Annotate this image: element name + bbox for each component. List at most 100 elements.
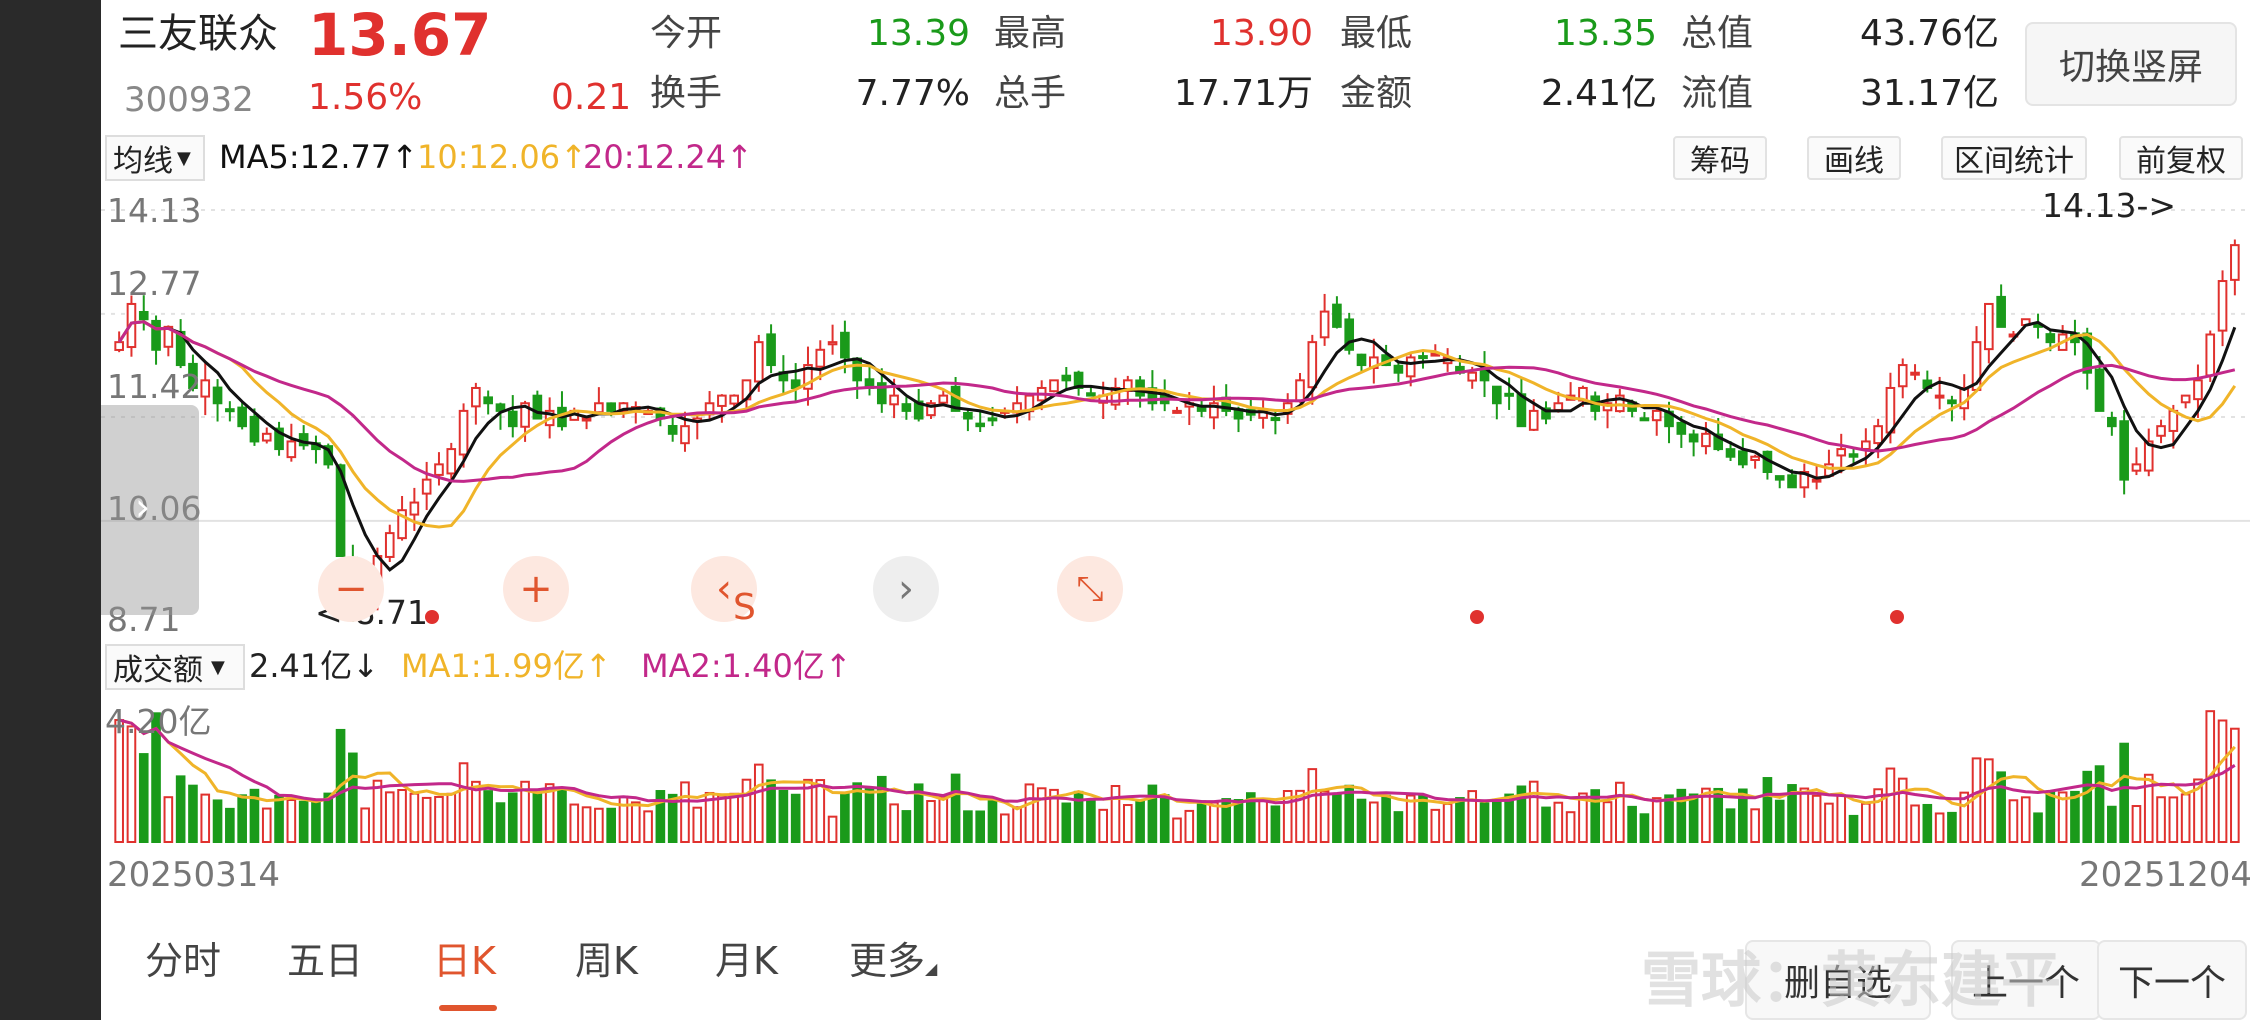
remove-watchlist-button[interactable]: 删自选: [1745, 940, 1931, 1020]
candle-body: [1725, 448, 1736, 458]
stock-detail-panel: 三友联众 13.67 300932 1.56% 0.21 今开 13.39 最高 13…: [101, 0, 2250, 1020]
volume-bar: [692, 806, 703, 843]
volume-bar: [889, 803, 899, 844]
dropdown-caret-icon: ▼: [177, 147, 191, 169]
volume-bar: [1209, 801, 1219, 843]
active-tab-indicator: [439, 1005, 497, 1011]
candle-body: [1750, 455, 1760, 462]
volume-bar: [1553, 801, 1564, 843]
volume-bar: [1086, 799, 1096, 843]
candle-body: [2180, 394, 2191, 404]
candle-body: [1836, 448, 1847, 457]
volume-bar: [1836, 794, 1847, 844]
volume-bar: [298, 800, 309, 844]
volume-bar: [1344, 784, 1355, 844]
volume-legend-bar: 成交额 ▼ 2.41亿↓ MA1:1.99亿↑ MA2:1.40亿↑: [101, 640, 2250, 694]
candle-body: [1738, 450, 1748, 466]
range-stats-button[interactable]: 区间统计: [1941, 136, 2087, 180]
candle-body: [766, 333, 776, 367]
volume-bar: [1455, 797, 1465, 843]
ma20-legend: 20:12.24↑: [583, 138, 753, 176]
candle-body: [680, 425, 690, 445]
change-amount: 0.21: [551, 77, 632, 118]
volume-bar: [1996, 771, 2006, 843]
dropdown-caret-icon: ▼: [211, 656, 225, 678]
ma5-line: [117, 320, 2237, 572]
candle-body: [1701, 432, 1711, 448]
chart-expand-handle[interactable]: ›: [101, 405, 199, 615]
draw-line-button[interactable]: 画线: [1807, 136, 1901, 180]
candle-body: [1688, 433, 1699, 443]
volume-bar: [1947, 811, 1957, 844]
forward-adjust-button[interactable]: 前复权: [2119, 136, 2243, 180]
candle-body: [1492, 385, 1502, 405]
candle-body: [975, 422, 986, 428]
candle-body: [1947, 399, 1957, 405]
scroll-right-button[interactable]: ›: [873, 556, 939, 622]
volume-bar: [1381, 794, 1391, 843]
ma10-legend: 10:12.06↑: [417, 138, 587, 176]
candle-body: [1049, 379, 1059, 393]
candle-body: [581, 417, 592, 422]
ma-selector[interactable]: 均线 ▼: [105, 135, 205, 181]
previous-stock-button[interactable]: 上一个: [1951, 940, 2101, 1020]
volume-bar: [581, 806, 592, 843]
left-sidebar: [0, 0, 101, 1020]
volume-bar: [1479, 802, 1490, 843]
volume-bar: [1885, 767, 1896, 843]
candle-body: [729, 394, 739, 405]
change-percent: 1.56%: [308, 77, 423, 118]
tab-timeshare[interactable]: 分时: [145, 942, 221, 980]
tab-more[interactable]: 更多◢: [849, 942, 937, 980]
candle-body: [1172, 409, 1182, 414]
candle-body: [151, 319, 161, 351]
volume-bar: [1159, 794, 1170, 844]
tab-monthly-k[interactable]: 月K: [715, 942, 778, 980]
tab-weekly-k[interactable]: 周K: [575, 942, 638, 980]
candle-body: [1934, 394, 1945, 399]
volume-bar: [2082, 770, 2093, 843]
volume-bar: [963, 810, 973, 844]
volume-bar: [827, 815, 838, 843]
volume-ma2-legend: MA2:1.40亿↑: [641, 647, 852, 685]
candle-body: [2217, 280, 2228, 332]
chevron-left-icon: ‹: [716, 566, 732, 612]
volume-indicator-selector[interactable]: 成交额 ▼: [105, 644, 245, 690]
volume-bar: [606, 807, 616, 843]
volume-bar: [926, 800, 936, 843]
candle-body: [852, 357, 862, 382]
zoom-out-button[interactable]: −: [318, 556, 384, 622]
volume-chart[interactable]: 4.20亿: [101, 695, 2250, 845]
ma20-line: [117, 320, 2236, 483]
candle-body: [1873, 425, 1883, 445]
volume-axis-label: 4.20亿: [105, 702, 211, 741]
shrink-chart-button[interactable]: ⤡: [1057, 556, 1123, 622]
volume-bar: [483, 790, 493, 843]
volume-bar: [225, 807, 235, 843]
chip-distribution-button[interactable]: 筹码: [1673, 136, 1767, 180]
volume-bar: [840, 792, 850, 843]
candle-body: [507, 410, 518, 428]
volume-bar: [938, 795, 949, 843]
volume-bar: [1024, 783, 1035, 843]
next-stock-button[interactable]: 下一个: [2097, 940, 2247, 1020]
volume-bar: [2131, 805, 2142, 843]
tab-five-day[interactable]: 五日: [287, 942, 363, 980]
candlestick-chart[interactable]: 14.13 12.77 11.42 10.06 8.71 14.13-> <-8…: [101, 187, 2250, 634]
quote-value: 13.35: [1553, 13, 1657, 54]
volume-bar: [1811, 794, 1822, 843]
candle-body: [1984, 302, 1994, 351]
candle-body: [212, 386, 223, 405]
candle-body: [827, 341, 838, 346]
candle-body: [667, 424, 678, 435]
start-date: 20250314: [107, 855, 281, 895]
candle-body: [200, 379, 211, 398]
volume-bar: [458, 762, 469, 843]
zoom-in-button[interactable]: +: [503, 556, 569, 622]
candle-body: [2119, 420, 2129, 481]
tab-daily-k[interactable]: 日K: [433, 942, 496, 980]
candle-body: [2205, 333, 2216, 377]
quote-value: 7.77%: [855, 73, 970, 114]
switch-portrait-button[interactable]: 切换竖屏: [2025, 22, 2237, 106]
ma-selector-label: 均线: [113, 144, 173, 179]
